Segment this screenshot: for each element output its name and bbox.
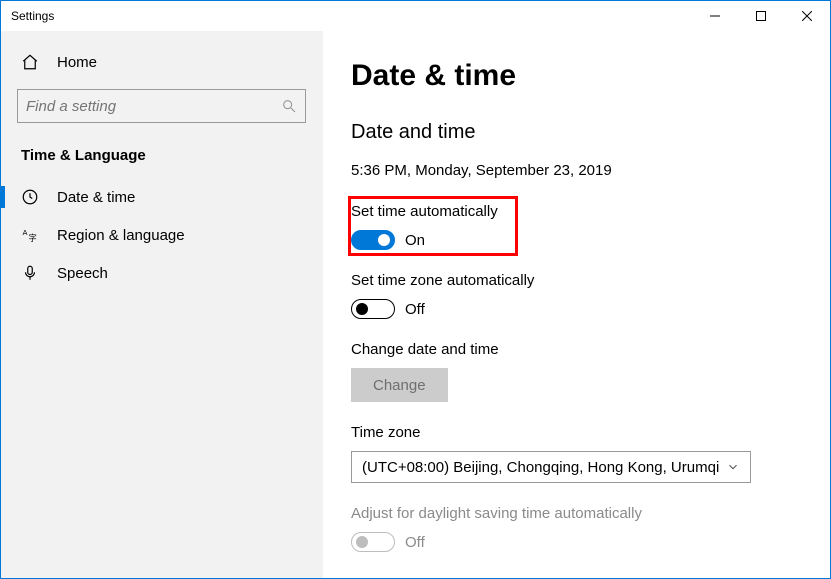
home-icon bbox=[21, 53, 39, 71]
sidebar-item-label: Speech bbox=[57, 265, 108, 282]
set-tz-auto-group: Set time zone automatically Off bbox=[351, 272, 830, 319]
sidebar-item-date-time[interactable]: Date & time bbox=[1, 178, 322, 216]
change-button: Change bbox=[351, 368, 448, 402]
settings-window: Settings Home bbox=[0, 0, 831, 579]
current-datetime: 5:36 PM, Monday, September 23, 2019 bbox=[351, 162, 830, 179]
dst-label: Adjust for daylight saving time automati… bbox=[351, 505, 830, 522]
sidebar-item-label: Date & time bbox=[57, 189, 135, 206]
window-title: Settings bbox=[11, 9, 54, 23]
timezone-group: Time zone (UTC+08:00) Beijing, Chongqing… bbox=[351, 424, 830, 483]
language-icon: A字 bbox=[21, 226, 39, 244]
dst-group: Adjust for daylight saving time automati… bbox=[351, 505, 830, 552]
microphone-icon bbox=[21, 264, 39, 282]
svg-text:字: 字 bbox=[29, 233, 37, 243]
timezone-value: (UTC+08:00) Beijing, Chongqing, Hong Kon… bbox=[362, 459, 719, 476]
titlebar: Settings bbox=[1, 1, 830, 31]
search-box[interactable] bbox=[17, 89, 306, 123]
set-tz-auto-label: Set time zone automatically bbox=[351, 272, 830, 289]
set-time-auto-toggle[interactable] bbox=[351, 230, 395, 250]
close-button[interactable] bbox=[784, 1, 830, 31]
home-label: Home bbox=[57, 54, 97, 71]
dst-toggle bbox=[351, 532, 395, 552]
set-tz-auto-state: Off bbox=[405, 301, 425, 318]
sidebar-item-label: Region & language bbox=[57, 227, 185, 244]
search-icon bbox=[281, 98, 297, 114]
change-date-time-group: Change date and time Change bbox=[351, 341, 830, 402]
sidebar-item-speech[interactable]: Speech bbox=[1, 254, 322, 292]
timezone-select[interactable]: (UTC+08:00) Beijing, Chongqing, Hong Kon… bbox=[351, 451, 751, 483]
minimize-button[interactable] bbox=[692, 1, 738, 31]
search-input[interactable] bbox=[26, 98, 281, 115]
set-time-auto-group: Set time automatically On bbox=[351, 203, 830, 250]
chevron-down-icon bbox=[726, 460, 740, 474]
section-heading: Date and time bbox=[351, 121, 830, 144]
section-title: Time & Language bbox=[1, 141, 322, 178]
maximize-button[interactable] bbox=[738, 1, 784, 31]
sidebar: Home Time & Language Date & time bbox=[1, 31, 323, 578]
set-time-auto-state: On bbox=[405, 232, 425, 249]
dst-state: Off bbox=[405, 534, 425, 551]
window-controls bbox=[692, 1, 830, 31]
main-content: Date & time Date and time 5:36 PM, Monda… bbox=[323, 31, 830, 578]
set-time-auto-label: Set time automatically bbox=[351, 203, 830, 220]
svg-text:A: A bbox=[23, 228, 28, 237]
timezone-label: Time zone bbox=[351, 424, 830, 441]
sidebar-item-region-language[interactable]: A字 Region & language bbox=[1, 216, 322, 254]
page-title: Date & time bbox=[351, 59, 830, 93]
set-tz-auto-toggle[interactable] bbox=[351, 299, 395, 319]
clock-icon bbox=[21, 188, 39, 206]
change-date-time-label: Change date and time bbox=[351, 341, 830, 358]
home-nav[interactable]: Home bbox=[1, 43, 322, 81]
